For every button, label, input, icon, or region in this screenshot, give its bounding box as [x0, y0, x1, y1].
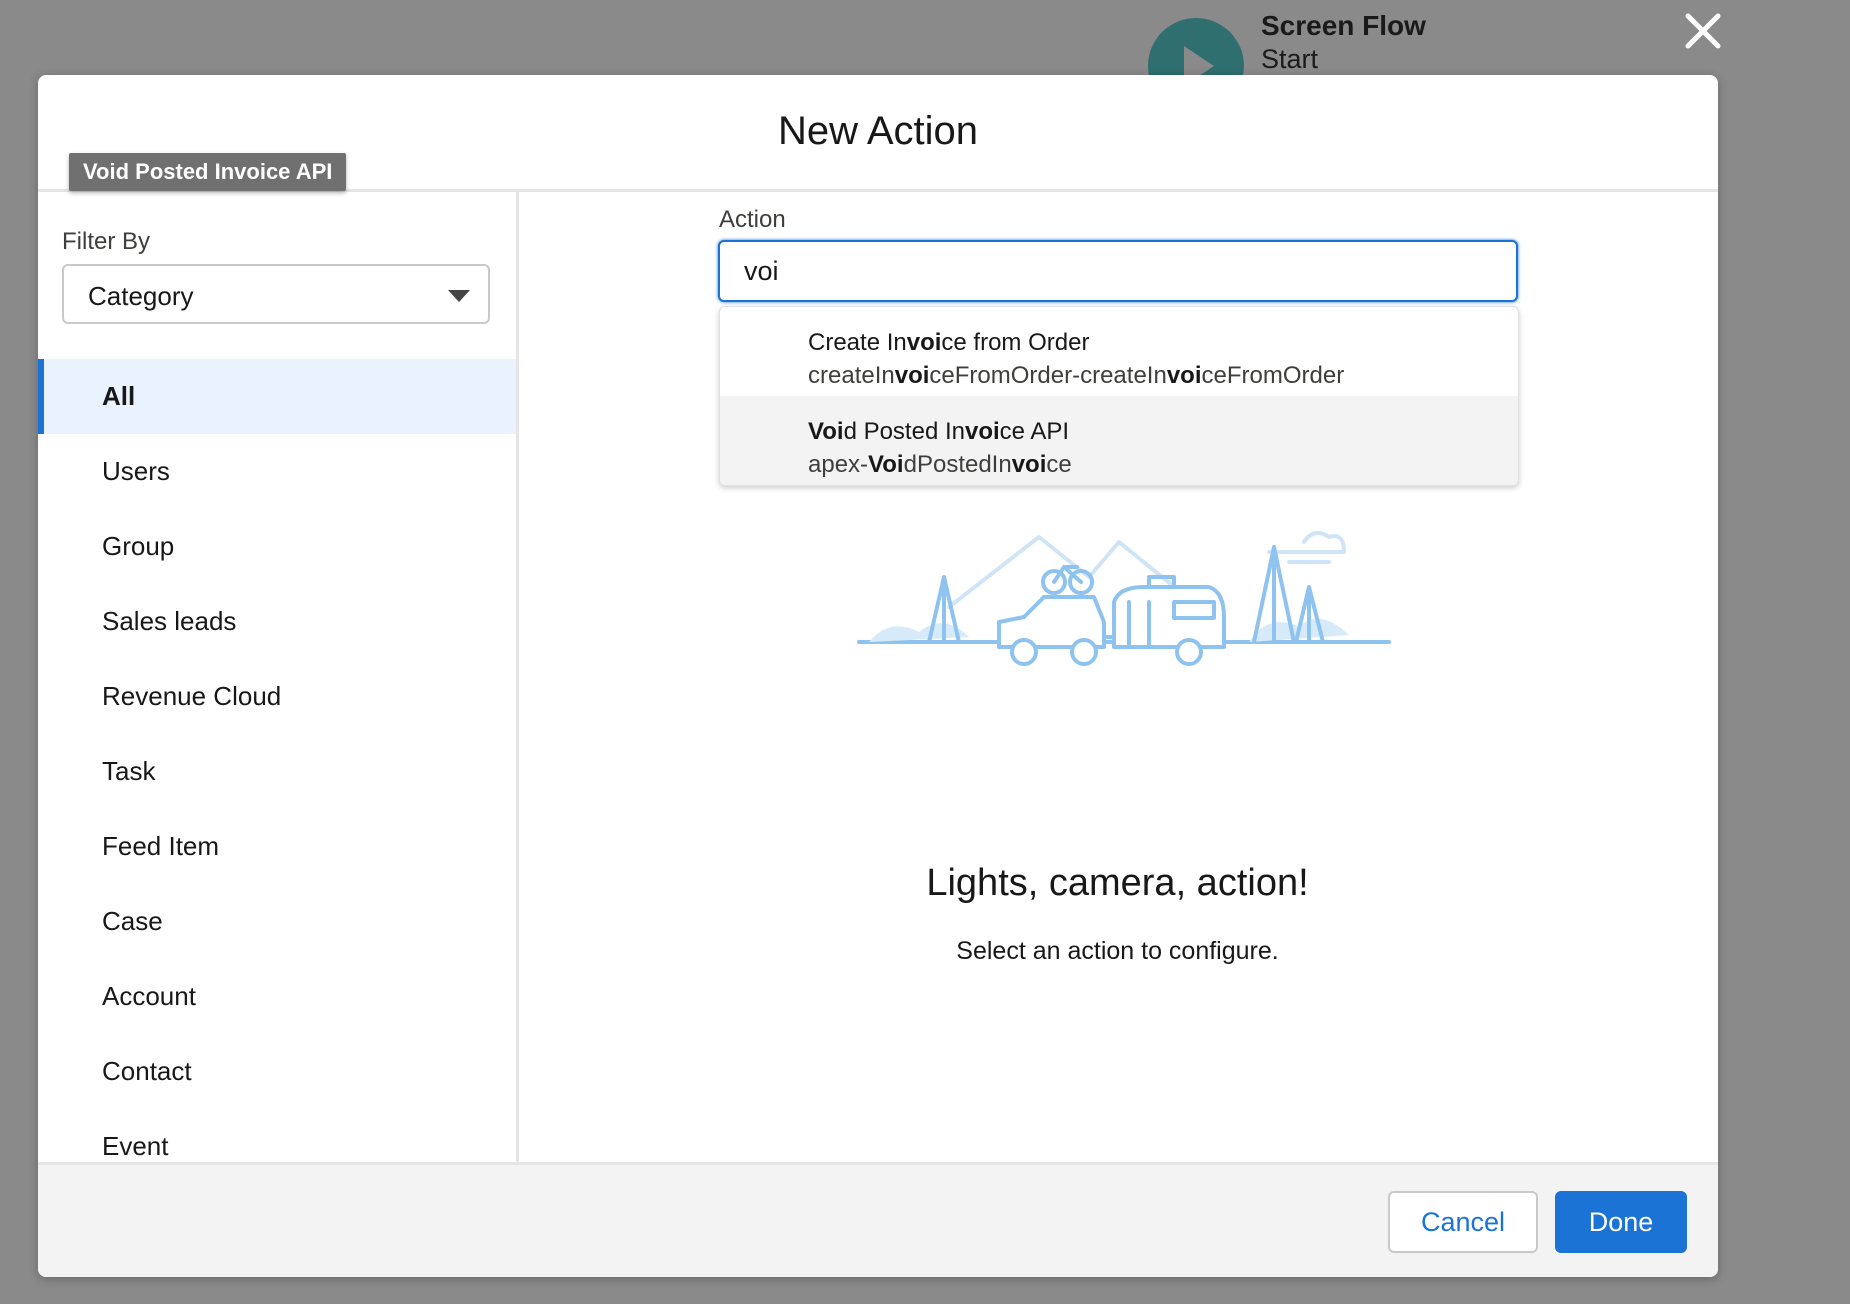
category-item-contact[interactable]: Contact	[38, 1034, 516, 1109]
empty-state-title: Lights, camera, action!	[926, 862, 1309, 904]
main-panel: Action Create Invoice from Order createI…	[519, 192, 1718, 1162]
dropdown-option-highlighted[interactable]: Void Posted Invoice API apex-VoidPostedI…	[720, 396, 1518, 485]
flow-type-label: Screen Flow	[1261, 10, 1426, 41]
camping-illustration	[849, 497, 1409, 682]
option-title: Create Invoice from Order	[808, 329, 1090, 356]
action-search-input[interactable]	[718, 240, 1518, 302]
action-dropdown: Create Invoice from Order createInvoiceF…	[719, 306, 1519, 486]
flow-node-label: Start	[1261, 44, 1319, 74]
category-list: All Users Group Sales leads Revenue Clou…	[38, 359, 516, 1184]
close-icon[interactable]	[1678, 6, 1728, 56]
filter-select[interactable]: Category	[62, 264, 490, 324]
filter-label: Filter By	[62, 228, 151, 255]
new-action-modal: New Action Void Posted Invoice API Filte…	[38, 75, 1718, 1277]
category-item-task[interactable]: Task	[38, 734, 516, 809]
category-item-case[interactable]: Case	[38, 884, 516, 959]
category-item-feed-item[interactable]: Feed Item	[38, 809, 516, 884]
filter-selected-value: Category	[88, 281, 194, 311]
category-item-sales-leads[interactable]: Sales leads	[38, 584, 516, 659]
modal-title: New Action	[777, 109, 979, 153]
category-item-users[interactable]: Users	[38, 434, 516, 509]
category-item-revenue-cloud[interactable]: Revenue Cloud	[38, 659, 516, 734]
action-label: Action	[719, 206, 786, 233]
cancel-button[interactable]: Cancel	[1388, 1191, 1538, 1253]
empty-state-subtitle: Select an action to configure.	[956, 937, 1279, 965]
tooltip: Void Posted Invoice API	[69, 153, 347, 191]
option-subtitle: apex-VoidPostedInvoice	[808, 451, 1072, 478]
option-title: Void Posted Invoice API	[808, 418, 1070, 445]
done-button[interactable]: Done	[1555, 1191, 1687, 1253]
chevron-down-icon	[448, 290, 470, 302]
option-subtitle: createInvoiceFromOrder-createInvoiceFrom…	[808, 362, 1345, 389]
category-item-all[interactable]: All	[38, 359, 516, 434]
dropdown-option[interactable]: Create Invoice from Order createInvoiceF…	[720, 307, 1518, 396]
modal-footer: Cancel Done	[38, 1162, 1718, 1277]
filter-sidebar: Filter By Category All Users Group Sales…	[38, 192, 519, 1162]
category-item-group[interactable]: Group	[38, 509, 516, 584]
category-item-account[interactable]: Account	[38, 959, 516, 1034]
